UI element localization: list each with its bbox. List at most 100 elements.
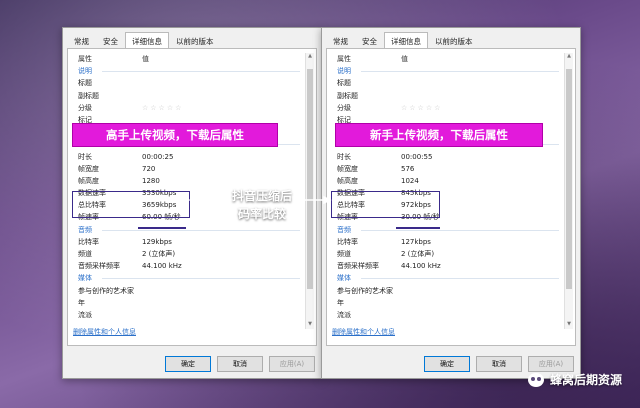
property-name: 频道 <box>78 250 92 258</box>
property-row[interactable]: 标题 <box>331 77 563 89</box>
property-name: 说明 <box>337 67 351 76</box>
property-name: 媒体 <box>337 274 351 283</box>
property-row[interactable]: 参与创作的艺术家 <box>72 285 304 297</box>
property-row[interactable]: 标题 <box>72 77 304 89</box>
property-row[interactable]: 属性 值 <box>72 53 304 65</box>
property-row[interactable]: 流派 <box>72 309 304 321</box>
cancel-button[interactable]: 取消 <box>217 356 263 372</box>
property-value: 值 <box>401 55 408 63</box>
property-row[interactable]: 时长 00:00:55 <box>331 151 563 163</box>
section-header[interactable]: 媒体 <box>72 272 304 284</box>
property-name: 参与创作的艺术家 <box>337 286 393 295</box>
ok-button[interactable]: 确定 <box>424 356 470 372</box>
section-header[interactable]: 说明 <box>331 65 563 77</box>
property-name: 流派 <box>78 310 92 319</box>
property-value: 44.100 kHz <box>142 262 182 271</box>
property-name: 帧宽度 <box>78 164 99 173</box>
ok-button[interactable]: 确定 <box>165 356 211 372</box>
scrollbar[interactable]: ▲ ▼ <box>564 53 573 329</box>
callout-line-2: 码率比较 <box>237 207 286 221</box>
property-row[interactable]: 时长 00:00:25 <box>72 151 304 163</box>
cancel-button[interactable]: 取消 <box>476 356 522 372</box>
callout-line-1: 抖音压缩后 <box>231 189 292 203</box>
property-row[interactable]: 比特率 127kbps <box>331 236 563 248</box>
rating-stars-icon[interactable]: ☆☆☆☆☆ <box>401 102 442 114</box>
property-name: 分级 <box>78 103 92 112</box>
property-name: 音频 <box>337 225 351 234</box>
property-row[interactable]: 音频采样频率 44.100 kHz <box>331 260 563 272</box>
property-value: 576 <box>401 164 415 173</box>
property-name: 标题 <box>337 79 351 88</box>
property-row[interactable]: 频道 2 (立体声) <box>72 248 304 260</box>
property-name: 帧高度 <box>337 176 358 185</box>
property-name: 帧宽度 <box>337 164 358 173</box>
property-name: 流派 <box>337 310 351 319</box>
framerate-underline-left <box>138 227 186 229</box>
property-name: 比特率 <box>337 237 358 246</box>
property-row[interactable]: 帧宽度 720 <box>72 163 304 175</box>
dialog-buttons: 确定 取消 应用(A) <box>165 356 315 372</box>
property-name: 时长 <box>78 152 92 161</box>
property-name: 音频 <box>78 225 92 234</box>
wechat-icon <box>527 372 544 387</box>
property-name: 音频采样频率 <box>78 262 120 271</box>
property-row[interactable]: 频道 2 (立体声) <box>331 248 563 260</box>
highlight-box-right <box>331 191 440 218</box>
tab-details[interactable]: 详细信息 <box>384 32 428 49</box>
section-header[interactable]: 说明 <box>72 65 304 77</box>
property-name: 帧高度 <box>78 176 99 185</box>
property-name: 分级 <box>337 103 351 112</box>
property-name: 说明 <box>78 67 92 76</box>
scroll-down-icon[interactable]: ▼ <box>565 321 573 329</box>
property-value: 127kbps <box>401 237 431 246</box>
property-row[interactable]: 比特率 129kbps <box>72 236 304 248</box>
property-row[interactable]: 流派 <box>331 309 563 321</box>
property-row[interactable]: 副标题 <box>331 90 563 102</box>
tab-details[interactable]: 详细信息 <box>125 32 169 49</box>
property-row[interactable]: 年 <box>331 297 563 309</box>
property-value: 720 <box>142 164 156 173</box>
section-header[interactable]: 媒体 <box>331 272 563 284</box>
section-header[interactable]: 音频 <box>72 224 304 236</box>
property-name: 时长 <box>337 152 351 161</box>
property-row[interactable]: 分级 ☆☆☆☆☆ <box>331 102 563 114</box>
scroll-down-icon[interactable]: ▼ <box>306 321 314 329</box>
property-value: 00:00:25 <box>142 152 174 161</box>
property-name: 属性 <box>78 55 92 63</box>
property-value: 00:00:55 <box>401 152 433 161</box>
property-row[interactable]: 帧高度 1280 <box>72 175 304 187</box>
scroll-thumb[interactable] <box>307 69 313 289</box>
tab-bar: 常规 安全 详细信息 以前的版本 <box>326 32 480 49</box>
apply-button[interactable]: 应用(A) <box>528 356 574 372</box>
remove-properties-link[interactable]: 删除属性和个人信息 <box>332 327 395 337</box>
property-row[interactable]: 年 <box>72 297 304 309</box>
property-row[interactable]: 帧宽度 576 <box>331 163 563 175</box>
property-value: 2 (立体声) <box>142 250 176 258</box>
banner-pro-upload: 高手上传视频，下载后属性 <box>72 123 278 147</box>
property-name: 年 <box>78 298 85 307</box>
property-row[interactable]: 帧高度 1024 <box>331 175 563 187</box>
property-name: 参与创作的艺术家 <box>78 286 134 295</box>
scroll-thumb[interactable] <box>566 69 572 289</box>
section-header[interactable]: 音频 <box>331 224 563 236</box>
property-value: 2 (立体声) <box>401 250 435 258</box>
scroll-up-icon[interactable]: ▲ <box>565 53 573 61</box>
property-value: 1024 <box>401 176 419 185</box>
remove-properties-link[interactable]: 删除属性和个人信息 <box>73 327 136 337</box>
property-row[interactable]: 分级 ☆☆☆☆☆ <box>72 102 304 114</box>
property-name: 年 <box>337 298 344 307</box>
property-row[interactable]: 副标题 <box>72 90 304 102</box>
watermark: 蜂窝后期资源 <box>527 371 622 388</box>
property-row[interactable]: 属性 值 <box>331 53 563 65</box>
property-name: 副标题 <box>337 91 358 100</box>
scroll-up-icon[interactable]: ▲ <box>306 53 314 61</box>
property-value: 1280 <box>142 176 160 185</box>
rating-stars-icon[interactable]: ☆☆☆☆☆ <box>142 102 183 114</box>
apply-button[interactable]: 应用(A) <box>269 356 315 372</box>
property-row[interactable]: 音频采样频率 44.100 kHz <box>72 260 304 272</box>
property-value: 44.100 kHz <box>401 262 441 271</box>
property-name: 属性 <box>337 55 351 63</box>
property-row[interactable]: 参与创作的艺术家 <box>331 285 563 297</box>
highlight-box-left <box>72 191 190 218</box>
property-name: 音频采样频率 <box>337 262 379 271</box>
